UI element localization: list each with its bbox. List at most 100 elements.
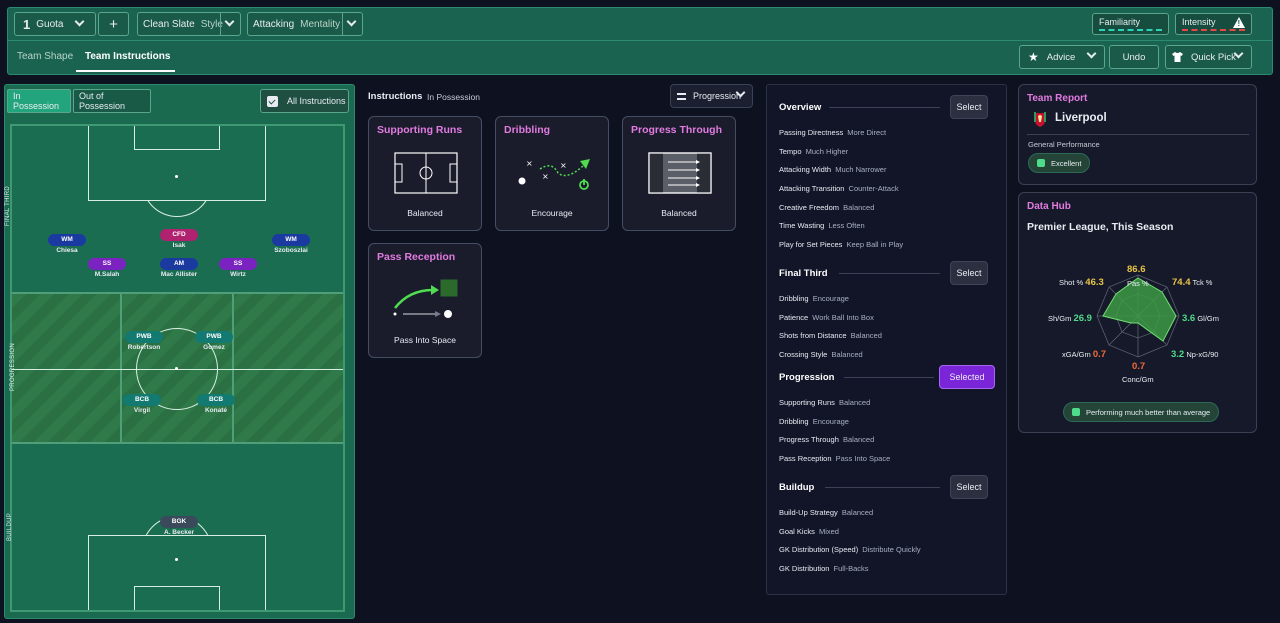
player-token[interactable]: PWB Gomez <box>184 325 244 351</box>
intensity-meter[interactable]: Intensity <box>1175 13 1252 35</box>
player-name: M.Salah <box>94 271 120 278</box>
player-token[interactable]: SS M.Salah <box>77 252 137 278</box>
instruction-row[interactable]: Dribbling Encourage <box>779 294 849 303</box>
instruction-row[interactable]: Build-Up Strategy Balanced <box>779 508 873 517</box>
phase-dropdown[interactable]: Progression <box>670 84 753 108</box>
mentality-selector[interactable]: Attacking Mentality <box>247 12 363 36</box>
player-token[interactable]: AM Mac Allister <box>149 252 209 278</box>
player-token[interactable]: PWB Robertson <box>114 325 174 351</box>
instruction-row[interactable]: GK Distribution Full-Backs <box>779 564 869 573</box>
tab-team-instructions[interactable]: Team Instructions <box>85 51 170 62</box>
pass-into-space-icon <box>393 279 458 318</box>
zone-divider <box>232 292 234 444</box>
instruction-row[interactable]: Pass Reception Pass Into Space <box>779 454 890 463</box>
progression-selected-button[interactable]: Selected <box>939 365 995 389</box>
pitch-icon <box>394 152 458 194</box>
divider <box>342 13 343 35</box>
instruction-row[interactable]: GK Distribution (Speed) Distribute Quick… <box>779 545 921 554</box>
phase-dropdown-value: Progression <box>693 91 742 101</box>
player-token[interactable]: BCB Virgil <box>112 388 172 414</box>
final-third-select-button[interactable]: Select <box>950 261 988 285</box>
familiarity-meter[interactable]: Familiarity <box>1092 13 1169 35</box>
intensity-bar <box>1182 29 1245 31</box>
tactic-selector[interactable]: 1 Guota <box>14 12 96 36</box>
section-title-buildup: Buildup <box>779 482 815 493</box>
dribble-icon: × × × <box>518 159 590 190</box>
instruction-card-supporting-runs[interactable]: Supporting Runs Balanced <box>368 116 482 231</box>
stat-sh: Sh/Gm 26.9 <box>1048 313 1092 324</box>
player-token[interactable]: BGK A. Becker <box>149 510 209 536</box>
performance-rating-chip: Excellent <box>1028 153 1091 173</box>
instruction-row[interactable]: Dribbling Encourage <box>779 417 849 426</box>
player-name: Robertson <box>127 344 161 351</box>
instruction-row[interactable]: Progress Through Balanced <box>779 435 874 444</box>
divider <box>829 107 940 108</box>
svg-text:×: × <box>526 159 533 168</box>
player-name: Virgil <box>133 407 151 414</box>
player-token[interactable]: BCB Konaté <box>186 388 246 414</box>
card-value: Pass Into Space <box>394 335 456 345</box>
stat-xga: xGA/Gm 0.7 <box>1062 349 1107 360</box>
zone-label-progression: PROGRESSION <box>9 343 16 391</box>
instruction-row[interactable]: Creative Freedom Balanced <box>779 203 874 212</box>
instruction-row[interactable]: Tempo Much Higher <box>779 147 848 156</box>
tab-in-possession[interactable]: In Possession <box>7 89 71 113</box>
data-hub-panel[interactable]: Data Hub Premier League, This Season Pas… <box>1018 192 1257 433</box>
card-value: Encourage <box>531 208 573 218</box>
stat-pas-value: 86.6 <box>1127 264 1146 275</box>
divider <box>220 13 221 35</box>
buildup-select-button[interactable]: Select <box>950 475 988 499</box>
all-instructions-label: All Instructions <box>287 96 346 106</box>
all-instructions-button[interactable]: All Instructions <box>260 89 349 113</box>
plus-icon: + <box>109 15 118 33</box>
chevron-down-icon <box>1086 48 1097 59</box>
role-badge: BGK <box>160 516 198 528</box>
instruction-row[interactable]: Time Wasting Less Often <box>779 221 865 230</box>
section-title-overview: Overview <box>779 102 822 113</box>
mentality-value: Attacking <box>253 18 295 30</box>
instruction-row[interactable]: Shots from Distance Balanced <box>779 331 882 340</box>
tab-team-shape[interactable]: Team Shape <box>17 51 73 62</box>
tab-out-of-possession[interactable]: Out of Possession <box>73 89 151 113</box>
card-value: Balanced <box>661 208 697 218</box>
zone-divider <box>120 292 122 444</box>
card-title: Progress Through <box>631 124 723 136</box>
player-token[interactable]: WM Chiesa <box>37 228 97 254</box>
role-badge: SS <box>88 258 126 270</box>
instruction-row[interactable]: Play for Set Pieces Keep Ball in Play <box>779 240 903 249</box>
instruction-row[interactable]: Supporting Runs Balanced <box>779 398 870 407</box>
instruction-row[interactable]: Passing Directness More Direct <box>779 128 886 137</box>
team-report-panel[interactable]: Team Report Liverpool General Performanc… <box>1018 84 1257 185</box>
centre-spot <box>175 367 178 370</box>
tactic-name: Guota <box>36 18 64 30</box>
zone-label-buildup: BUILDUP <box>7 512 14 542</box>
player-name: Gomez <box>203 344 225 351</box>
familiarity-bar <box>1099 29 1162 31</box>
undo-label: Undo <box>1122 51 1146 63</box>
instruction-row[interactable]: Attacking Width Much Narrower <box>779 165 886 174</box>
instruction-card-pass-reception[interactable]: Pass Reception Pass Into Space <box>368 243 482 358</box>
player-token[interactable]: WM Szoboszlai <box>261 228 321 254</box>
stat-tck: 74.4 Tck % <box>1172 277 1213 288</box>
quick-pick-label: Quick Pick <box>1191 51 1236 63</box>
instruction-row[interactable]: Attacking Transition Counter-Attack <box>779 184 899 193</box>
player-token[interactable]: CFD Isak <box>149 223 209 249</box>
instruction-card-dribbling[interactable]: Dribbling × × × Encourage <box>495 116 609 231</box>
advice-button[interactable]: ★ Advice <box>1019 45 1105 69</box>
instruction-row[interactable]: Goal Kicks Mixed <box>779 527 839 536</box>
stat-pas: Pas % <box>1127 279 1149 288</box>
role-badge: AM <box>160 258 198 270</box>
instruction-row[interactable]: Crossing Style Balanced <box>779 350 863 359</box>
intensity-label: Intensity <box>1182 17 1216 27</box>
active-tab-indicator <box>76 70 175 72</box>
progress-lanes-icon <box>648 152 712 194</box>
player-token[interactable]: SS Wirtz <box>208 252 268 278</box>
overview-select-button[interactable]: Select <box>950 95 988 119</box>
zone-label-final-third: FINAL THIRD <box>4 186 11 226</box>
add-tactic-button[interactable]: + <box>98 12 129 36</box>
style-selector[interactable]: Clean Slate Style <box>137 12 241 36</box>
instruction-row[interactable]: Patience Work Ball Into Box <box>779 313 874 322</box>
instruction-card-progress-through[interactable]: Progress Through Balanced <box>622 116 736 231</box>
undo-button[interactable]: Undo <box>1109 45 1159 69</box>
quick-pick-button[interactable]: Quick Pick <box>1165 45 1252 69</box>
